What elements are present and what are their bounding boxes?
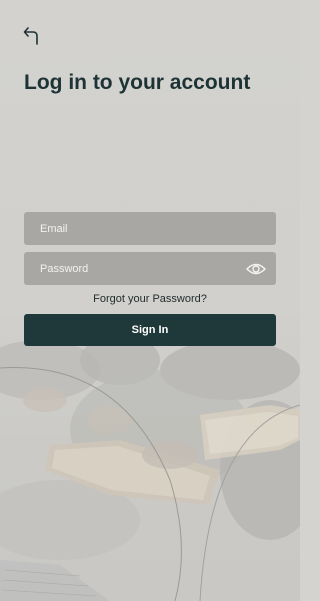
- forgot-password-link[interactable]: Forgot your Password?: [0, 293, 300, 305]
- page-title: Log in to your account: [24, 71, 251, 94]
- password-field-container: [24, 252, 276, 285]
- password-field[interactable]: [40, 262, 238, 275]
- email-field-container: [24, 212, 276, 245]
- email-field[interactable]: [40, 222, 260, 235]
- sign-in-button[interactable]: Sign In: [24, 314, 276, 346]
- back-button[interactable]: [20, 23, 44, 47]
- show-password-toggle[interactable]: [246, 260, 266, 277]
- eye-icon: [246, 263, 266, 274]
- back-arrow-icon: [23, 27, 38, 45]
